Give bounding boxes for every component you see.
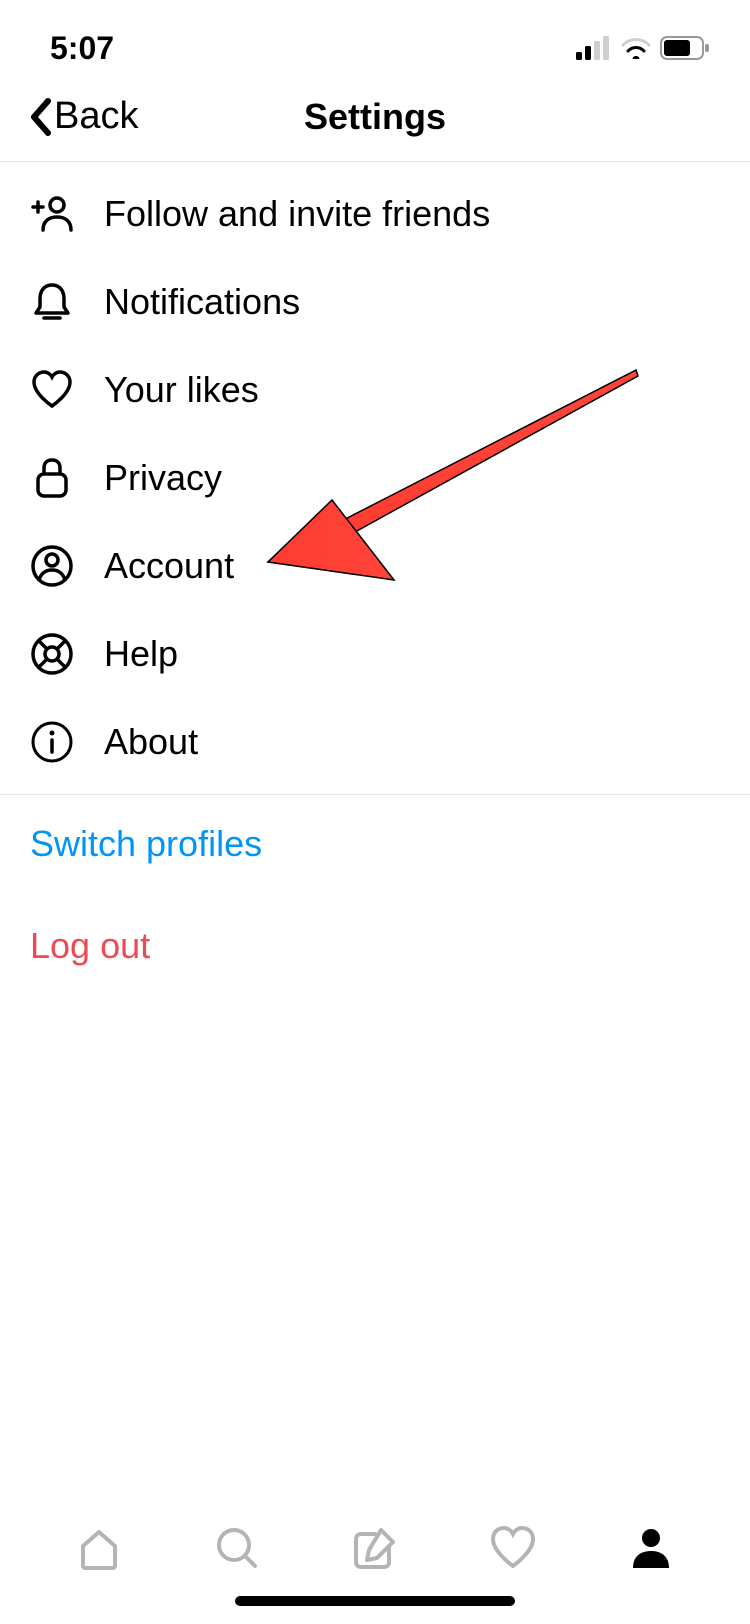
signal-icon [576, 36, 612, 60]
header: Back Settings [0, 72, 750, 162]
nav-activity[interactable] [485, 1520, 541, 1576]
settings-item-account[interactable]: Account [0, 522, 750, 610]
status-time: 5:07 [50, 30, 114, 67]
lock-icon [30, 456, 74, 500]
back-label: Back [54, 95, 138, 138]
nav-compose[interactable] [347, 1520, 403, 1576]
settings-label: About [104, 721, 198, 763]
heart-outline-icon [489, 1524, 537, 1572]
home-indicator [235, 1596, 515, 1606]
header-title: Settings [304, 96, 446, 138]
lifebuoy-icon [30, 632, 74, 676]
settings-label: Account [104, 545, 234, 587]
log-out-link[interactable]: Log out [0, 893, 750, 995]
wifi-icon [620, 36, 652, 60]
bell-icon [30, 280, 74, 324]
search-icon [213, 1524, 261, 1572]
person-circle-icon [30, 544, 74, 588]
status-bar: 5:07 [0, 0, 750, 72]
settings-item-privacy[interactable]: Privacy [0, 434, 750, 522]
nav-profile[interactable] [623, 1520, 679, 1576]
person-filled-icon [627, 1524, 675, 1572]
settings-list: Follow and invite friends Notifications … [0, 162, 750, 995]
switch-profiles-link[interactable]: Switch profiles [0, 795, 750, 893]
home-icon [75, 1524, 123, 1572]
settings-label: Notifications [104, 281, 300, 323]
settings-item-about[interactable]: About [0, 698, 750, 786]
heart-icon [30, 368, 74, 412]
add-person-icon [30, 192, 74, 236]
settings-label: Your likes [104, 369, 259, 411]
settings-label: Privacy [104, 457, 222, 499]
battery-icon [660, 36, 710, 60]
settings-item-your-likes[interactable]: Your likes [0, 346, 750, 434]
back-button[interactable]: Back [28, 95, 138, 138]
settings-label: Follow and invite friends [104, 193, 490, 235]
nav-home[interactable] [71, 1520, 127, 1576]
settings-item-help[interactable]: Help [0, 610, 750, 698]
settings-item-notifications[interactable]: Notifications [0, 258, 750, 346]
chevron-left-icon [28, 97, 52, 137]
nav-search[interactable] [209, 1520, 265, 1576]
compose-icon [351, 1524, 399, 1572]
settings-item-follow-invite[interactable]: Follow and invite friends [0, 170, 750, 258]
settings-label: Help [104, 633, 178, 675]
info-icon [30, 720, 74, 764]
status-icons [576, 36, 710, 60]
